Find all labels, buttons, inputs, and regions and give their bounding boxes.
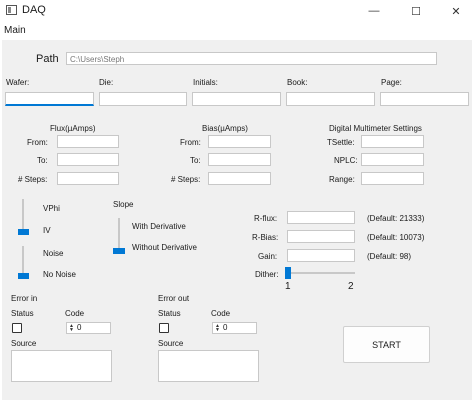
app-icon xyxy=(6,5,17,15)
dither-min-label: 1 xyxy=(285,281,291,292)
no-noise-label: No Noise xyxy=(43,270,76,279)
gain-input[interactable] xyxy=(287,249,355,262)
page-label: Page: xyxy=(381,78,402,87)
error-in-code-label: Code xyxy=(65,309,85,318)
error-out-status-label: Status xyxy=(158,309,181,318)
die-input[interactable] xyxy=(99,92,187,106)
dither-label: Dither: xyxy=(255,270,279,279)
die-label: Die: xyxy=(99,78,114,87)
book-input[interactable] xyxy=(286,92,375,106)
error-in-source-textarea[interactable] xyxy=(11,350,112,382)
mode-slider-track[interactable] xyxy=(22,199,24,233)
book-label: Book: xyxy=(287,78,308,87)
nplc-input[interactable] xyxy=(361,153,424,166)
page-input[interactable] xyxy=(380,92,469,106)
flux-to-input[interactable] xyxy=(57,153,119,166)
path-value: C:\Users\Steph xyxy=(70,55,125,64)
dither-max-label: 2 xyxy=(348,281,354,292)
spin-arrows-icon[interactable]: ▲ ▼ xyxy=(69,324,74,333)
error-in-status-checkbox[interactable] xyxy=(12,323,22,333)
bias-to-input[interactable] xyxy=(208,153,271,166)
rbias-default: (Default: 10073) xyxy=(367,233,425,242)
slope-with-derivative-label: With Derivative xyxy=(132,222,186,231)
error-in-status-label: Status xyxy=(11,309,34,318)
error-in-title: Error in xyxy=(11,294,38,303)
mode-slider-handle[interactable] xyxy=(18,229,29,235)
minimize-button[interactable]: — xyxy=(354,0,394,22)
noise-slider-handle[interactable] xyxy=(18,273,29,279)
error-out-status-checkbox[interactable] xyxy=(159,323,169,333)
flux-from-input[interactable] xyxy=(57,135,119,148)
rflux-input[interactable] xyxy=(287,211,355,224)
bias-steps-input[interactable] xyxy=(208,172,271,185)
tsettle-input[interactable] xyxy=(361,135,424,148)
rflux-default: (Default: 21333) xyxy=(367,214,425,223)
error-out-code-spinbox[interactable]: ▲ ▼ 0 xyxy=(212,322,257,334)
wafer-input[interactable] xyxy=(5,92,94,106)
error-out-source-label: Source xyxy=(158,339,184,348)
error-out-code-label: Code xyxy=(211,309,231,318)
menu-item-main[interactable]: Main xyxy=(4,25,26,36)
nplc-label: NPLC: xyxy=(334,156,358,165)
slope-slider-track[interactable] xyxy=(118,218,120,250)
window-title: DAQ xyxy=(22,4,46,16)
tsettle-label: TSettle: xyxy=(327,138,355,147)
flux-steps-input[interactable] xyxy=(57,172,119,185)
error-in-source-label: Source xyxy=(11,339,37,348)
slope-title: Slope xyxy=(113,200,134,209)
initials-label: Initials: xyxy=(193,78,218,87)
flux-steps-label: # Steps: xyxy=(18,175,48,184)
slope-without-derivative-label: Without Derivative xyxy=(132,243,197,252)
bias-from-input[interactable] xyxy=(208,135,271,148)
flux-title: Flux(µAmps) xyxy=(50,124,96,133)
rbias-label: R-Bias: xyxy=(252,233,279,242)
wafer-label: Wafer: xyxy=(6,78,30,87)
rbias-input[interactable] xyxy=(287,230,355,243)
menu-bar xyxy=(0,22,474,40)
error-out-code-value: 0 xyxy=(223,323,228,332)
error-out-title: Error out xyxy=(158,294,190,303)
dmm-title: Digital Multimeter Settings xyxy=(329,124,422,133)
start-button[interactable]: START xyxy=(343,326,430,363)
close-button[interactable]: ✕ xyxy=(436,0,474,22)
spin-arrows-icon[interactable]: ▲ ▼ xyxy=(215,324,220,333)
maximize-button[interactable]: ☐ xyxy=(396,0,436,22)
gain-default: (Default: 98) xyxy=(367,252,412,261)
initials-input[interactable] xyxy=(192,92,281,106)
flux-from-label: From: xyxy=(27,138,48,147)
mode-iv-label: IV xyxy=(43,226,51,235)
error-in-code-spinbox[interactable]: ▲ ▼ 0 xyxy=(66,322,111,334)
range-label: Range: xyxy=(329,175,355,184)
slope-slider-handle[interactable] xyxy=(113,248,125,254)
bias-steps-label: # Steps: xyxy=(171,175,201,184)
flux-to-label: To: xyxy=(37,156,48,165)
error-in-code-value: 0 xyxy=(77,323,82,332)
dither-slider-track[interactable] xyxy=(288,272,355,274)
gain-label: Gain: xyxy=(258,252,278,261)
dither-slider-handle[interactable] xyxy=(285,267,291,279)
mode-vphi-label: VPhi xyxy=(43,204,60,213)
error-out-source-textarea[interactable] xyxy=(158,350,259,382)
bias-from-label: From: xyxy=(180,138,201,147)
bias-to-label: To: xyxy=(190,156,201,165)
path-label: Path xyxy=(36,53,59,65)
range-input[interactable] xyxy=(361,172,424,185)
rflux-label: R-flux: xyxy=(254,214,278,223)
bias-title: Bias(µAmps) xyxy=(202,124,248,133)
noise-label: Noise xyxy=(43,249,64,258)
